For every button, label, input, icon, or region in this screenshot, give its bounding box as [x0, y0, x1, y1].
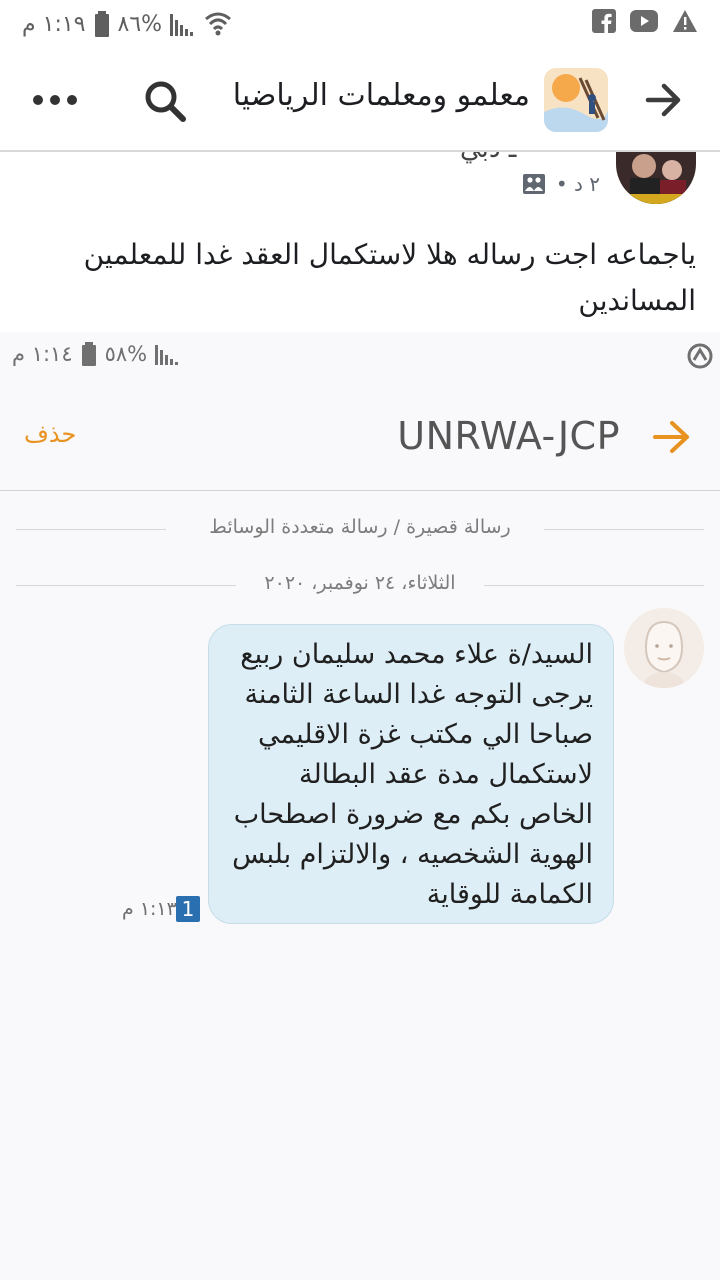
date-divider: الثلاثاء، ٢٤ نوفمبر، ٢٠٢٠	[16, 570, 704, 600]
sim-badge: 1	[176, 896, 200, 922]
delete-button[interactable]: حذف	[24, 420, 76, 448]
thread-type-divider: رسالة قصيرة / رسالة متعددة الوسائط	[16, 514, 704, 544]
more-icon[interactable]	[32, 90, 78, 110]
author-avatar[interactable]	[616, 152, 696, 204]
battery-icon	[94, 11, 109, 37]
warning-icon	[673, 10, 697, 32]
battery-icon	[81, 342, 96, 366]
message-time: ١:١٣ م	[122, 898, 177, 920]
facebook-icon	[592, 9, 616, 33]
post-time: ٢ د •	[555, 172, 600, 196]
inner-status-left: ١:١٤ م %٥٨	[12, 342, 179, 366]
group-header: معلمو ومعلمات الرياضيا...	[0, 50, 720, 152]
author-name[interactable]: ـ دبي	[460, 152, 516, 164]
signal-icon	[170, 14, 194, 36]
inner-status-time: ١:١٤ م	[12, 342, 73, 366]
post-meta: ٢ د •	[522, 172, 600, 196]
inner-battery-percent: %٥٨	[104, 342, 148, 366]
attached-screenshot[interactable]: ١:١٤ م %٥٨ UNRWA-JCP حذف رسالة قصيرة / ر…	[0, 332, 720, 1280]
message-text: السيد/ة علاء محمد سليمان ربيع يرجى التوج…	[232, 639, 593, 910]
wifi-icon	[205, 12, 232, 36]
sync-icon	[687, 343, 713, 369]
date-label: الثلاثاء، ٢٤ نوفمبر، ٢٠٢٠	[264, 572, 456, 594]
message-header: UNRWA-JCP حذف	[0, 384, 720, 491]
youtube-icon	[630, 10, 658, 32]
message-bubble[interactable]: السيد/ة علاء محمد سليمان ربيع يرجى التوج…	[208, 624, 614, 924]
signal-icon	[155, 345, 179, 365]
forward-arrow-icon[interactable]	[652, 418, 692, 456]
group-title[interactable]: معلمو ومعلمات الرياضيا...	[230, 78, 530, 113]
group-avatar[interactable]	[544, 68, 608, 132]
contact-name: UNRWA-JCP	[397, 414, 620, 458]
status-time: ١:١٩ م	[22, 11, 86, 37]
post: ـ دبي ٢ د • ياجماعه اجت رساله هلا لاستكم…	[0, 152, 720, 332]
status-bar: ١:١٩ م %٨٦	[0, 0, 720, 50]
photos-icon	[522, 174, 545, 194]
battery-percent: %٨٦	[117, 11, 163, 37]
back-arrow-icon[interactable]	[644, 78, 684, 122]
post-text: ياجماعه اجت رساله هلا لاستكمال العقد غدا…	[83, 238, 696, 317]
sender-avatar[interactable]	[624, 608, 704, 688]
status-right	[592, 9, 698, 33]
inner-status-bar: ١:١٤ م %٥٨	[0, 332, 720, 384]
status-left: ١:١٩ م %٨٦	[22, 6, 232, 42]
search-icon[interactable]	[142, 78, 188, 124]
thread-type-label: رسالة قصيرة / رسالة متعددة الوسائط	[209, 516, 511, 538]
